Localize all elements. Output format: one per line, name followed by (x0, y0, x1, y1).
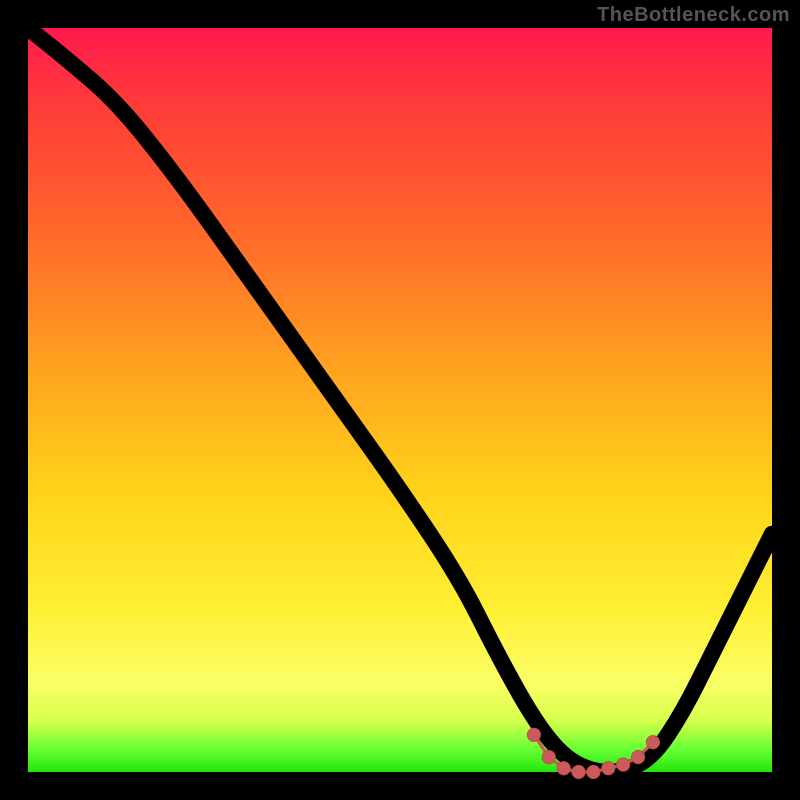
optimal-zone-dot (602, 762, 615, 775)
optimal-zone-dot (646, 736, 659, 749)
plot-area (28, 28, 772, 772)
chart-svg (28, 28, 772, 772)
optimal-zone-dot (617, 758, 630, 771)
watermark-text: TheBottleneck.com (597, 4, 790, 27)
optimal-zone-dot (527, 728, 540, 741)
bottleneck-curve (28, 28, 772, 772)
optimal-zone-dot (557, 762, 570, 775)
optimal-zone-dot (587, 765, 600, 778)
optimal-zone-dot (542, 750, 555, 763)
optimal-zone-dot (572, 765, 585, 778)
chart-frame: TheBottleneck.com (0, 0, 800, 800)
optimal-zone-dot (631, 750, 644, 763)
